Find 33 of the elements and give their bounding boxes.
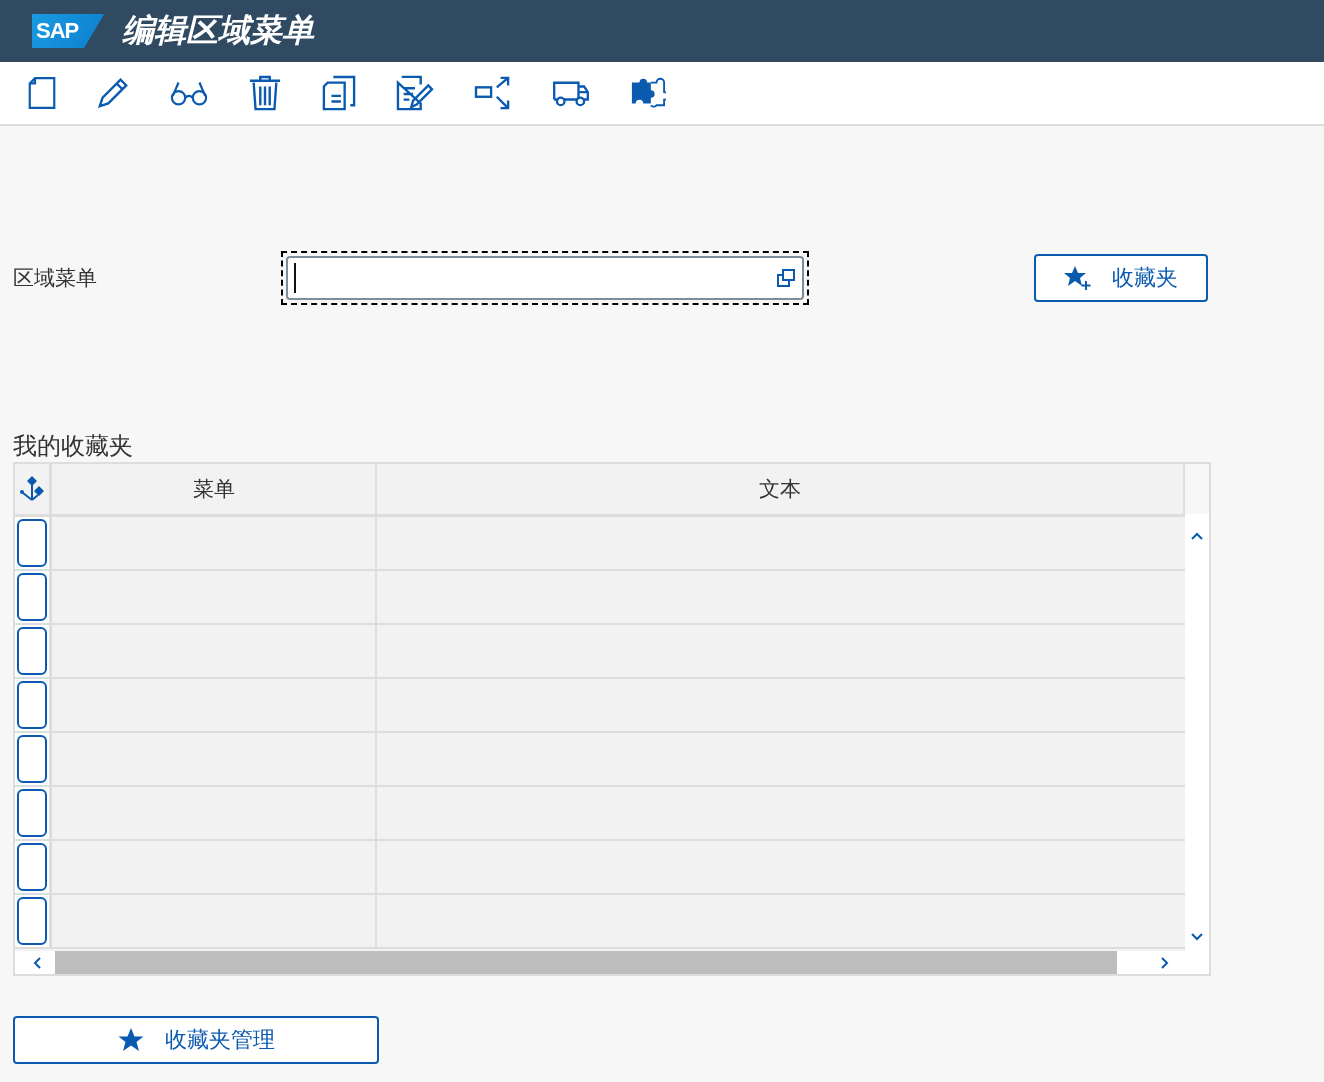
column-header[interactable]: 文本	[377, 464, 1185, 514]
row-selector[interactable]	[17, 519, 47, 567]
favorites-button[interactable]: 收藏夹	[1034, 254, 1208, 302]
row-selector[interactable]	[17, 681, 47, 729]
row-selector[interactable]	[17, 735, 47, 783]
row-selector[interactable]	[17, 789, 47, 837]
row-selector[interactable]	[17, 573, 47, 621]
logo: SAP	[32, 14, 105, 48]
document-icon[interactable]	[28, 75, 56, 111]
star-icon	[117, 1027, 145, 1053]
copy-documents-icon[interactable]	[322, 75, 356, 111]
input-field[interactable]	[286, 256, 804, 300]
row-selector[interactable]	[17, 627, 47, 675]
truck-icon[interactable]	[552, 79, 590, 107]
column-header[interactable]: 菜单	[52, 464, 377, 514]
row-selector[interactable]	[17, 843, 47, 891]
pencil-icon[interactable]	[96, 76, 130, 110]
section-title: 我的收藏夹	[13, 431, 134, 462]
value-help-icon[interactable]	[776, 268, 796, 288]
star-add-icon	[1064, 265, 1092, 291]
edit-document-icon[interactable]	[396, 75, 434, 111]
manage-favorites-button[interactable]: 收藏夹管理	[13, 1016, 379, 1064]
chevron-right-icon[interactable]	[1161, 956, 1169, 969]
chevron-up-icon[interactable]	[1191, 532, 1203, 540]
vertical-scrollbar[interactable]	[1185, 514, 1209, 951]
window-title: 编辑区域菜单	[122, 10, 315, 51]
chevron-left-icon[interactable]	[33, 956, 41, 969]
chevron-down-icon[interactable]	[1191, 933, 1203, 941]
expand-icon[interactable]	[474, 76, 512, 110]
trash-icon[interactable]	[248, 75, 282, 111]
field-label: 区域菜单	[13, 265, 98, 292]
row-selector[interactable]	[17, 897, 47, 945]
hierarchy-icon[interactable]	[19, 476, 45, 502]
